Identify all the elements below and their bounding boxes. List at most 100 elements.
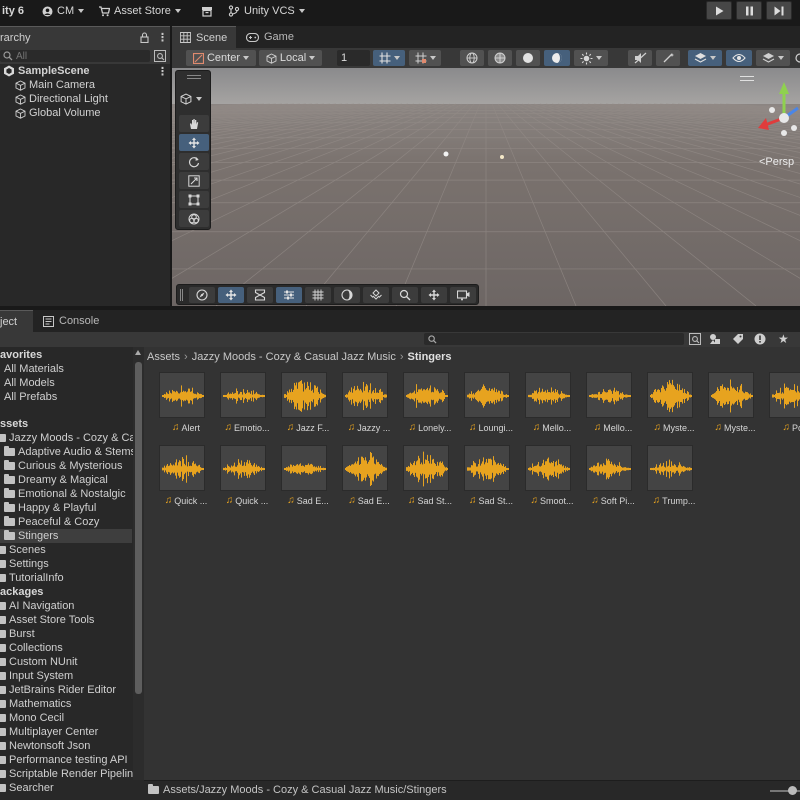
projection-label[interactable]: <Persp <box>759 156 794 168</box>
audio-clip-asset[interactable]: ♫Posi <box>766 372 800 442</box>
tab-hierarchy[interactable]: rarchy ⋮ <box>0 26 170 48</box>
rendered-shading-button[interactable] <box>544 50 570 66</box>
hierarchy-search-input[interactable] <box>0 50 150 62</box>
tab-project[interactable]: ject <box>0 310 33 332</box>
rotate-tool-button[interactable] <box>179 153 209 170</box>
project-search-input[interactable] <box>424 333 684 345</box>
package-item[interactable]: Performance testing API <box>0 753 128 767</box>
tab-console[interactable]: Console <box>35 310 105 332</box>
transform-tool-button[interactable] <box>179 210 209 227</box>
move-tool-button[interactable] <box>179 134 209 151</box>
package-item[interactable]: Asset Store Tools <box>0 613 94 627</box>
transform-overlay-button[interactable] <box>421 287 447 303</box>
overlay-drag-handle[interactable] <box>180 289 183 301</box>
audio-clip-asset[interactable]: ♫ Jazzy ... <box>339 372 397 442</box>
audio-clip-asset[interactable]: ♫ Soft Pi... <box>583 445 641 515</box>
folder-tree-scrollbar-thumb[interactable] <box>135 362 142 694</box>
search-overlay-button[interactable] <box>392 287 418 303</box>
package-button[interactable] <box>201 3 213 19</box>
effects-toggle-button[interactable] <box>656 50 680 66</box>
folder-item[interactable]: Dreamy & Magical <box>4 473 108 487</box>
audio-clip-asset[interactable]: ♫ Loungi... <box>461 372 519 442</box>
snap-value-input[interactable]: 1 <box>337 50 370 66</box>
folder-item[interactable]: Adaptive Audio & Stems <box>4 445 136 459</box>
audio-clip-asset[interactable]: ♫ Myste... <box>705 372 763 442</box>
play-button[interactable] <box>706 1 732 20</box>
package-item[interactable]: Mathematics <box>0 697 71 711</box>
pause-button[interactable] <box>736 1 762 20</box>
audio-clip-asset[interactable]: ♫ Smoot... <box>522 445 580 515</box>
folder-item[interactable]: Settings <box>0 557 49 571</box>
wireframe-shading-button[interactable] <box>460 50 484 66</box>
breadcrumb-item[interactable]: Stingers <box>408 351 452 363</box>
search-filter-icon[interactable] <box>689 333 701 345</box>
favorites-header[interactable]: avorites <box>0 348 42 362</box>
layers-dropdown[interactable] <box>756 50 790 66</box>
space-dropdown[interactable]: Local <box>259 50 322 66</box>
folder-item[interactable]: Happy & Playful <box>4 501 96 515</box>
asset-store-dropdown[interactable]: Asset Store <box>98 3 181 19</box>
kebab-menu-icon[interactable]: ⋮ <box>157 31 168 44</box>
breadcrumb-item[interactable]: Assets <box>147 351 180 363</box>
lighting-dropdown[interactable] <box>574 50 608 66</box>
hand-tool-button[interactable] <box>179 115 209 132</box>
scene-row[interactable]: SampleScene <box>3 64 90 78</box>
scale-tool-button[interactable] <box>179 172 209 189</box>
packages-header[interactable]: ackages <box>0 585 43 599</box>
tool-context-dropdown[interactable] <box>180 93 202 105</box>
audio-clip-asset[interactable]: ♫ Sad St... <box>400 445 458 515</box>
package-item[interactable]: Scriptable Render Pipeline <box>0 767 139 781</box>
version-control-dropdown[interactable]: Unity VCS <box>228 3 305 19</box>
package-item[interactable]: Custom NUnit <box>0 655 77 669</box>
favorites-item[interactable]: All Materials <box>4 362 64 376</box>
overlay-drag-handle[interactable] <box>187 75 201 79</box>
package-item[interactable]: Newtonsoft Json <box>0 739 90 753</box>
audio-clip-asset[interactable]: ♫ Jazz F... <box>278 372 336 442</box>
audio-clip-asset[interactable]: ♫ Lonely... <box>400 372 458 442</box>
favorite-star-icon[interactable]: ★ <box>778 332 789 346</box>
search-filter-icon[interactable] <box>154 50 166 62</box>
rect-tool-button[interactable] <box>179 191 209 208</box>
shaded-button[interactable] <box>516 50 540 66</box>
scene-overlays-dropdown[interactable] <box>688 50 722 66</box>
scene-viewport[interactable]: <Persp <box>172 68 800 306</box>
package-item[interactable]: Input System <box>0 669 73 683</box>
grid-overlay-button[interactable] <box>305 287 331 303</box>
audio-clip-asset[interactable]: ♫ Myste... <box>644 372 702 442</box>
scene-visibility-button[interactable] <box>726 50 752 66</box>
package-item[interactable]: AI Navigation <box>0 599 74 613</box>
pivot-dropdown[interactable]: Center <box>186 50 256 66</box>
assets-header[interactable]: ssets <box>0 417 28 431</box>
scene-menu-icon[interactable]: ⋮ <box>157 65 168 78</box>
orientation-gizmo[interactable] <box>752 78 800 138</box>
folder-item[interactable]: Curious & Mysterious <box>4 459 123 473</box>
scene-extra-menu[interactable] <box>794 50 800 66</box>
audio-clip-asset[interactable]: ♫ Alert <box>156 372 214 442</box>
folder-item[interactable]: Peaceful & Cozy <box>4 515 99 529</box>
icon-size-slider-thumb[interactable] <box>788 786 797 795</box>
package-item[interactable]: Multiplayer Center <box>0 725 98 739</box>
camera-overlay-button[interactable] <box>450 287 476 303</box>
tab-game[interactable]: Game <box>238 26 302 48</box>
package-item[interactable]: Burst <box>0 627 35 641</box>
grid-snap-button[interactable] <box>373 50 405 66</box>
audio-clip-asset[interactable]: ♫ Emotio... <box>217 372 275 442</box>
layers-overlay-button[interactable] <box>363 287 389 303</box>
scroll-up-icon[interactable] <box>135 350 141 355</box>
hierarchy-item[interactable]: Main Camera <box>15 78 95 92</box>
hierarchy-item[interactable]: Global Volume <box>15 106 101 120</box>
navigation-compass-button[interactable] <box>189 287 215 303</box>
label-tag-icon[interactable] <box>732 333 744 345</box>
folder-item[interactable]: Jazzy Moods - Cozy & Ca <box>0 431 136 445</box>
folder-item[interactable]: TutorialInfo <box>0 571 64 585</box>
breadcrumb-item[interactable]: Jazzy Moods - Cozy & Casual Jazz Music <box>192 351 396 363</box>
overlay-handle-icon[interactable] <box>740 76 754 81</box>
audio-clip-asset[interactable]: ♫ Mello... <box>522 372 580 442</box>
account-dropdown[interactable]: CM <box>42 3 85 19</box>
audio-clip-asset[interactable]: ♫ Quick ... <box>156 445 214 515</box>
shaded-wireframe-button[interactable] <box>488 50 512 66</box>
lock-icon[interactable] <box>140 32 149 43</box>
package-item[interactable]: Searcher <box>0 781 54 795</box>
package-item[interactable]: Mono Cecil <box>0 711 64 725</box>
folder-item-selected[interactable]: Stingers <box>0 529 132 543</box>
